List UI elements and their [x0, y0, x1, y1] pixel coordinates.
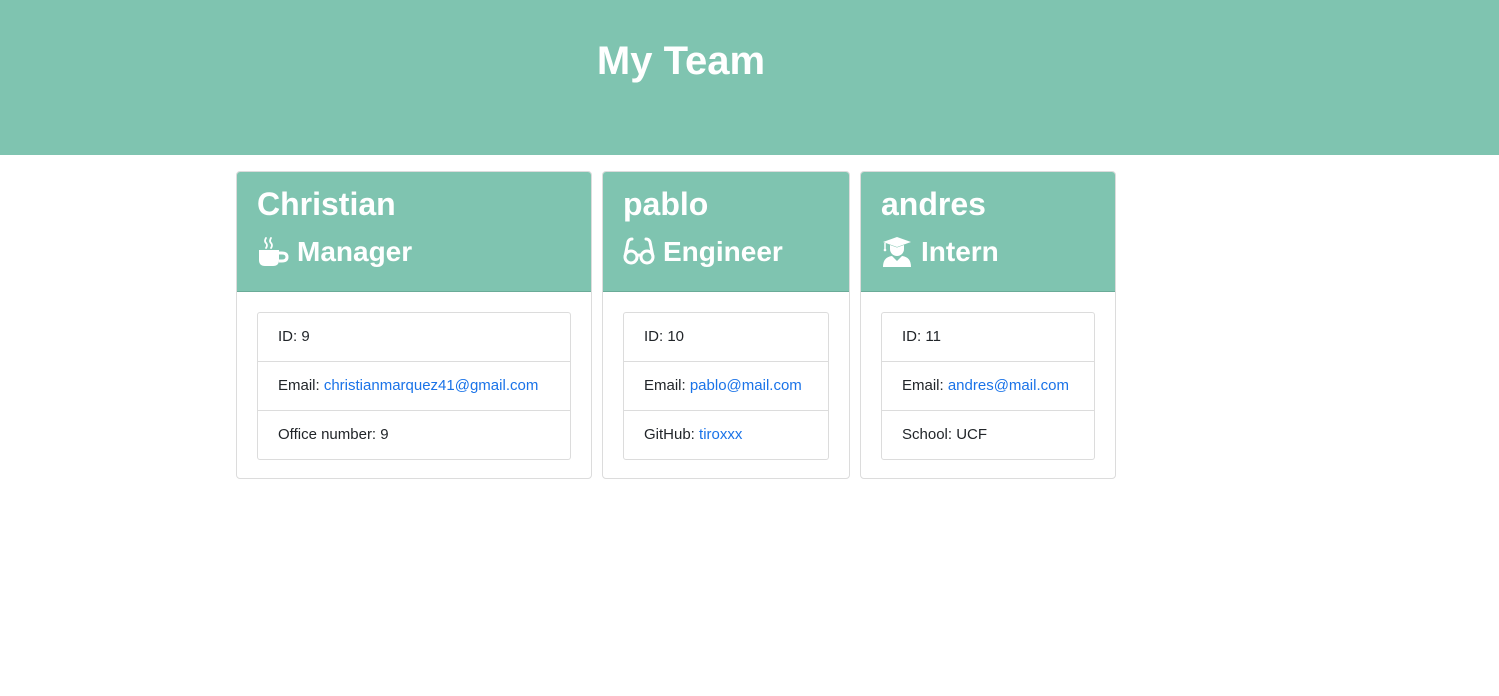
- list-item-id: ID: 11: [902, 328, 941, 345]
- email-link[interactable]: pablo@mail.com: [690, 377, 802, 394]
- email-label: Email:: [902, 377, 948, 394]
- github-label: GitHub:: [644, 426, 700, 443]
- list-item-school: School: UCF: [882, 410, 1094, 459]
- glasses-icon: [623, 236, 655, 268]
- github-link[interactable]: tiroxxx: [699, 426, 742, 443]
- header-banner: My Team: [0, 0, 1499, 155]
- employee-role: Intern: [881, 232, 1115, 272]
- list-item-id: ID: 9: [278, 328, 310, 345]
- email-label: Email:: [644, 377, 690, 394]
- list-item-email: Email: christianmarquez41@gmail.com: [258, 361, 570, 410]
- list-item-github: GitHub: tiroxxx: [624, 410, 828, 459]
- mug-icon: [257, 236, 289, 268]
- employee-name: andres: [881, 186, 986, 222]
- employee-role-label: Manager: [297, 236, 413, 267]
- card-header: Christian Manager: [237, 172, 591, 292]
- employee-card-intern: andres Intern ID: 11 Email: andres@mail.…: [860, 171, 1116, 479]
- graduate-icon: [881, 236, 913, 268]
- list-item-email: Email: pablo@mail.com: [624, 361, 828, 410]
- employee-role: Manager: [257, 232, 591, 272]
- employee-details-list: ID: 9 Email: christianmarquez41@gmail.co…: [257, 312, 571, 460]
- employee-name: Christian: [257, 186, 396, 222]
- employee-card-manager: Christian Manager ID: 9 Email: christian…: [236, 171, 592, 479]
- list-item-email: Email: andres@mail.com: [882, 361, 1094, 410]
- employee-name: pablo: [623, 186, 709, 222]
- employee-role-label: Engineer: [663, 236, 783, 267]
- list-item-id: ID: 10: [644, 328, 685, 345]
- card-header: pablo Engineer: [603, 172, 849, 292]
- card-header: andres Intern: [861, 172, 1115, 292]
- page-title: My Team: [596, 39, 766, 83]
- employee-details-list: ID: 11 Email: andres@mail.com School: UC…: [881, 312, 1095, 460]
- employee-card-engineer: pablo Engineer ID: 10 Email: pablo@mail.…: [602, 171, 850, 479]
- email-label: Email:: [278, 377, 324, 394]
- employee-role-label: Intern: [921, 236, 999, 267]
- employee-role: Engineer: [623, 232, 849, 272]
- email-link[interactable]: andres@mail.com: [948, 377, 1069, 394]
- email-link[interactable]: christianmarquez41@gmail.com: [324, 377, 538, 394]
- employee-details-list: ID: 10 Email: pablo@mail.com GitHub: tir…: [623, 312, 829, 460]
- list-item-office-number: Office number: 9: [258, 410, 570, 459]
